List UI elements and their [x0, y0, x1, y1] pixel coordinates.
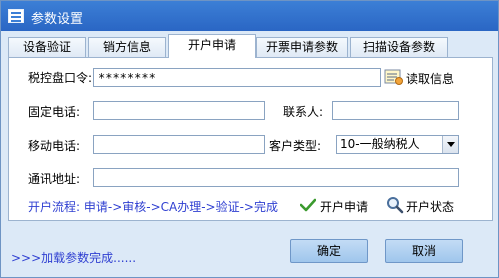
window-title: 参数设置	[31, 12, 84, 27]
checkmark-icon[interactable]	[300, 198, 316, 212]
mobile-label: 移动电话:	[28, 139, 81, 153]
chevron-down-icon[interactable]	[442, 136, 458, 153]
tab-seller-info[interactable]: 销方信息	[88, 37, 166, 57]
tab-panel: 税控盘口令: 读取信息 固定电话: 联系人: 移动电话: 客户类型: 10-一般…	[8, 57, 493, 221]
address-input[interactable]	[93, 168, 459, 187]
contact-label: 联系人:	[283, 105, 324, 119]
ok-button[interactable]: 确定	[290, 239, 368, 263]
customer-type-label: 客户类型:	[269, 139, 322, 153]
customer-type-select[interactable]: 10-一般纳税人	[336, 135, 459, 154]
cancel-button[interactable]: 取消	[385, 239, 463, 263]
tab-invoice-params[interactable]: 开票申请参数	[256, 37, 348, 57]
window-icon	[8, 9, 24, 23]
title-bar[interactable]: 参数设置	[1, 1, 498, 31]
mobile-input[interactable]	[93, 135, 265, 154]
tax-password-label: 税控盘口令:	[28, 71, 93, 85]
contact-input[interactable]	[332, 101, 459, 120]
tax-password-input[interactable]	[93, 68, 381, 87]
tab-account-application[interactable]: 开户申请	[168, 34, 256, 58]
address-label: 通讯地址:	[28, 172, 81, 186]
landline-input[interactable]	[93, 101, 265, 120]
read-info-icon[interactable]	[384, 68, 404, 86]
read-info-button[interactable]: 读取信息	[406, 70, 454, 87]
landline-label: 固定电话:	[28, 105, 81, 119]
tab-device-verify[interactable]: 设备验证	[8, 37, 86, 57]
settings-dialog: 参数设置 设备验证 销方信息 开户申请 开票申请参数 扫描设备参数 税控盘口令:…	[0, 0, 499, 278]
apply-account-button[interactable]: 开户申请	[320, 198, 368, 215]
customer-type-value: 10-一般纳税人	[340, 137, 420, 151]
account-status-button[interactable]: 开户状态	[406, 198, 454, 215]
magnifier-icon[interactable]	[386, 196, 404, 214]
tab-scanner-params[interactable]: 扫描设备参数	[350, 37, 448, 57]
status-message: >>>加载参数完成......	[11, 251, 137, 265]
tab-strip: 设备验证 销方信息 开户申请 开票申请参数 扫描设备参数	[8, 34, 493, 58]
account-flow-text: 开户流程: 申请->审核->CA办理->验证->完成	[28, 200, 278, 214]
